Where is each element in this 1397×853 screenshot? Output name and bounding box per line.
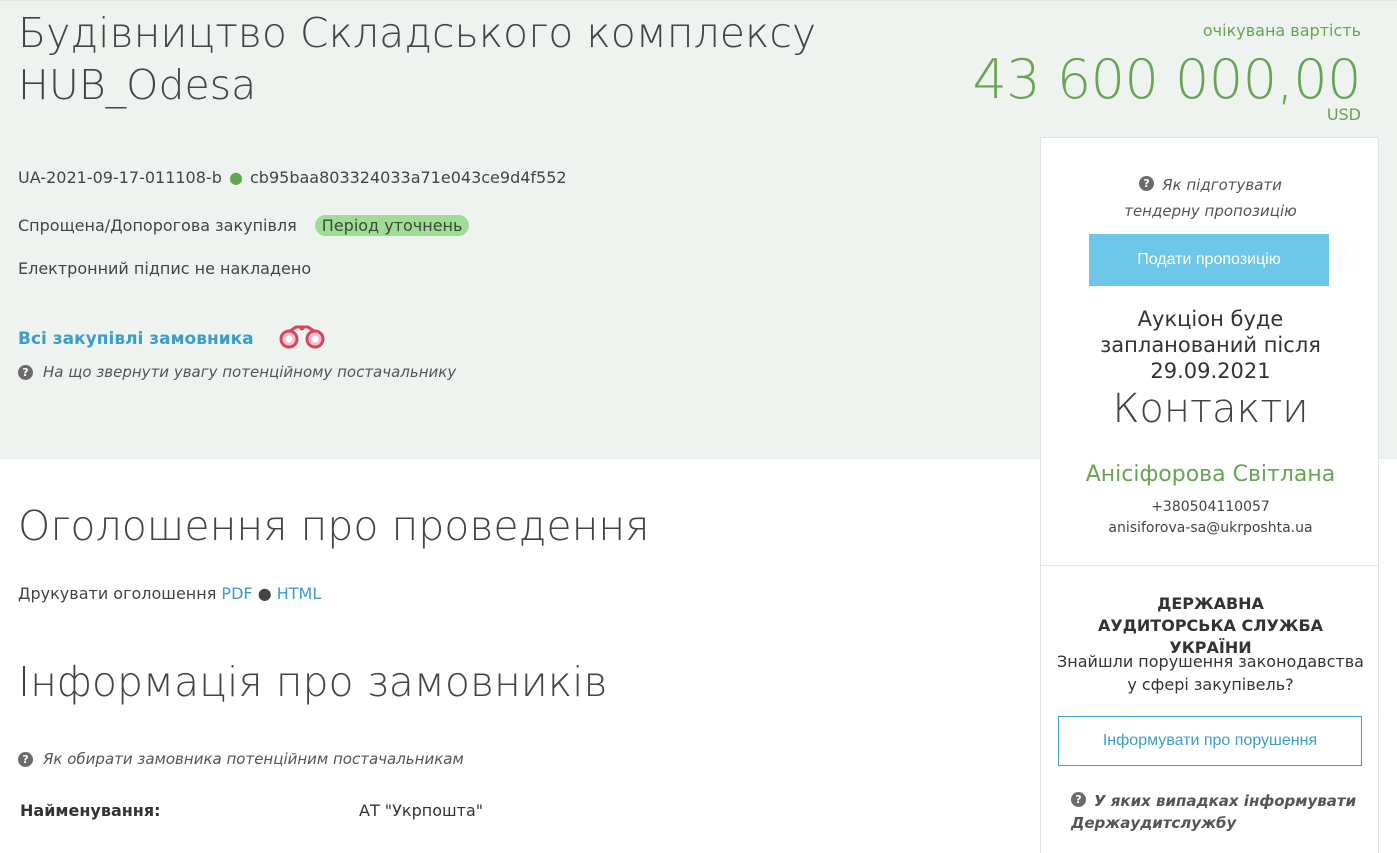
expected-value-amount: 43 600 000,00 — [972, 48, 1361, 111]
html-link[interactable]: HTML — [277, 584, 322, 603]
print-separator: ● — [257, 584, 272, 603]
print-label: Друкувати оголошення — [18, 584, 217, 603]
contact-name: Анісіфорова Світлана — [1085, 462, 1336, 487]
contact-phone: +380504110057 — [1151, 499, 1270, 515]
customer-name-label: Найменування: — [20, 801, 161, 820]
tender-title: Будівництво Складського комплексу HUB_Od… — [18, 9, 817, 109]
tender-id: UA-2021-09-17-011108-b — [18, 168, 222, 187]
audit-hint[interactable]: ? У яких випадках інформувати Держаудитсл… — [1071, 790, 1361, 834]
binoculars-icon[interactable] — [276, 322, 328, 355]
bid-hint[interactable]: ? Як підготувати тендерну пропозицію — [1041, 172, 1380, 224]
audit-hint-text[interactable]: У яких випадках інформувати Держаудитслу… — [1071, 792, 1356, 832]
auction-date-text: Аукціон буде запланований після 29.09.20… — [1100, 307, 1321, 383]
announcement-title: Оголошення про проведення — [18, 502, 650, 550]
sidebar-panel: ? Як підготувати тендерну пропозицію Пода… — [1040, 137, 1379, 853]
submit-bid-button[interactable]: Подати пропозицію — [1089, 234, 1329, 286]
expected-value-currency: USD — [1326, 105, 1361, 124]
customer-hint-text[interactable]: Як обирати замовника потенційним постача… — [43, 750, 464, 768]
customer-hint[interactable]: ? Як обирати замовника потенційним поста… — [18, 750, 464, 768]
tender-hash: cb95baa803324033a71e043ce9d4f552 — [250, 168, 567, 187]
contacts-title: Контакти — [1112, 386, 1309, 432]
signature-status: Електронний підпис не накладено — [18, 259, 312, 278]
all-procurements-row: Всі закупівлі замовника — [18, 322, 328, 355]
procedure-row: Спрощена/Допорогова закупівля Період уто… — [18, 215, 470, 236]
report-violation-button[interactable]: Інформувати про порушення — [1058, 716, 1362, 766]
all-procurements-link[interactable]: Всі закупівлі замовника — [18, 329, 254, 349]
expected-value-label: очікувана вартість — [1202, 21, 1361, 40]
tender-identifier: UA-2021-09-17-011108-b ● cb95baa80332403… — [18, 168, 567, 187]
print-announcement-row: Друкувати оголошення PDF ● HTML — [18, 584, 321, 603]
contact-email: anisiforova-sa@ukrposhta.ua — [1108, 520, 1313, 536]
supplier-hint[interactable]: ? На що звернути увагу потенційному пост… — [18, 363, 456, 381]
sidebar-divider — [1041, 565, 1378, 566]
status-badge: Період уточнень — [314, 215, 470, 236]
procedure-type: Спрощена/Допорогова закупівля — [18, 216, 297, 235]
customers-title: Інформація про замовників — [18, 658, 608, 706]
question-circle-icon: ? — [18, 364, 33, 380]
audit-question: Знайшли порушення законодавства у сфері … — [1057, 652, 1364, 694]
question-circle-icon: ? — [1139, 176, 1155, 191]
question-circle-icon: ? — [18, 751, 33, 767]
id-separator: ● — [228, 168, 243, 187]
question-circle-icon: ? — [1071, 792, 1086, 807]
customer-name-value: АТ "Укрпошта" — [359, 801, 484, 820]
supplier-hint-text[interactable]: На що звернути увагу потенційному постач… — [43, 363, 456, 381]
pdf-link[interactable]: PDF — [221, 584, 252, 603]
